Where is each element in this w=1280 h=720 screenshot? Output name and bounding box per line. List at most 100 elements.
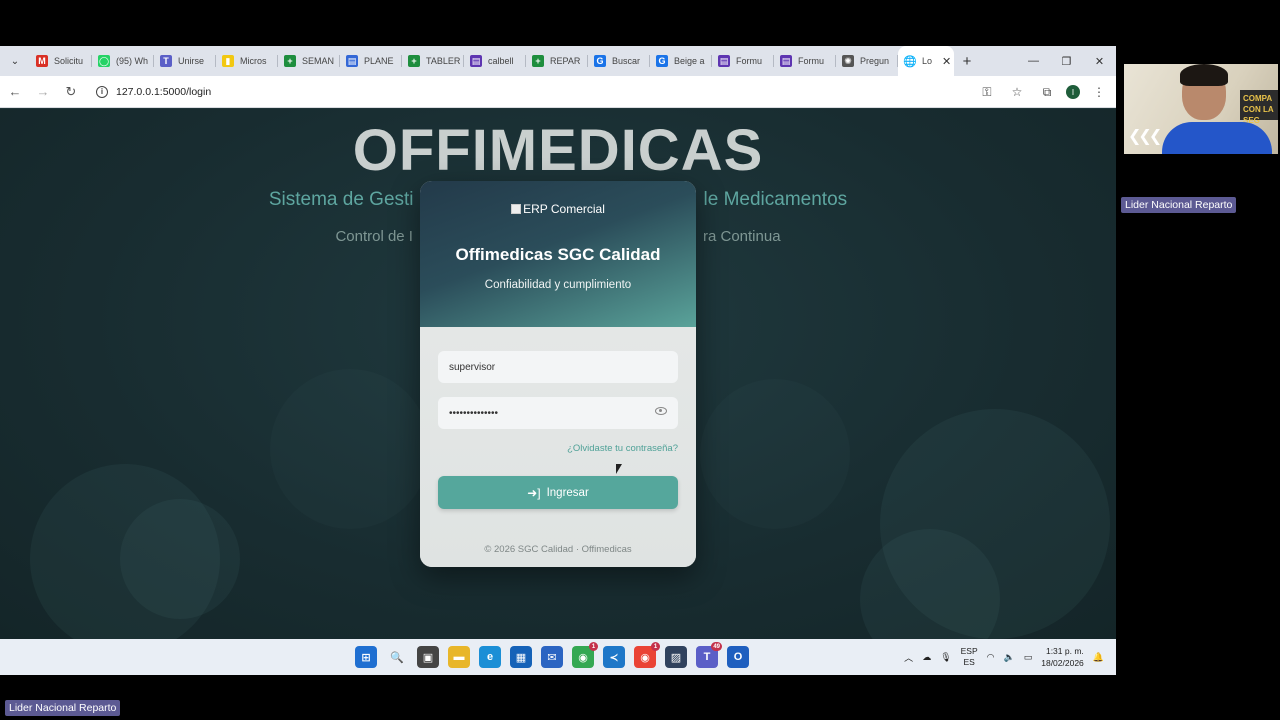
back-icon[interactable]: ← <box>2 79 28 105</box>
card-tagline: Confiabilidad y cumplimiento <box>484 279 632 291</box>
extensions-icon[interactable]: ⧉ <box>1036 81 1058 103</box>
microphone-icon[interactable]: 🎙 <box>940 652 951 663</box>
username-input[interactable]: supervisor <box>438 351 678 383</box>
copyright-footer: © 2026 SGC Calidad · Offimedicas <box>484 544 632 555</box>
participant-name-tag: Lider Nacional Reparto <box>1121 197 1237 213</box>
tab-label: REPAR <box>550 56 581 66</box>
terminal-icon[interactable]: ▨ <box>665 646 687 668</box>
login-page: OFFIMEDICAS Sistema de Gesti le Medicamen… <box>0 109 1116 639</box>
url-field[interactable]: i 127.0.0.1:5000/login <box>90 79 950 104</box>
vscode-icon[interactable]: ≺ <box>603 646 625 668</box>
card-header: ERP Comercial Offimedicas SGC Calidad Co… <box>420 181 696 327</box>
hero-subtitle-right: le Medicamentos <box>703 189 848 210</box>
browser-tab[interactable]: G Buscar <box>588 46 650 76</box>
participant-shirt <box>1162 122 1272 154</box>
tab-label: Buscar <box>612 56 641 66</box>
notification-badge: 49 <box>711 642 722 651</box>
onedrive-cloud-icon[interactable]: ☁ <box>922 652 931 663</box>
windows-start-icon[interactable]: ⊞ <box>355 646 377 668</box>
show-password-eye-icon[interactable] <box>655 407 667 415</box>
restore-icon[interactable]: ❐ <box>1050 46 1083 76</box>
decor-circle <box>700 379 850 529</box>
hero-line2-right: ra Continua <box>702 228 781 245</box>
lang-bottom: ES <box>963 657 975 667</box>
store-icon[interactable]: ▦ <box>510 646 532 668</box>
forms-icon: ▤ <box>470 55 482 67</box>
logo-alt-text: ERP Comercial <box>523 202 605 216</box>
tab-search-icon[interactable]: ⌄ <box>0 46 30 76</box>
browser-tab[interactable]: ✺ Pregun <box>836 46 898 76</box>
task-view-icon[interactable]: ▣ <box>417 646 439 668</box>
notification-bell-icon[interactable]: 🔔 <box>1093 652 1104 663</box>
browser-tab[interactable]: + TABLER <box>402 46 464 76</box>
clock-date: 18/02/2026 <box>1041 658 1084 668</box>
clock[interactable]: 1:31 p. m. 18/02/2026 <box>1041 645 1084 669</box>
chevrons-icon: ❮❮❮ <box>1128 128 1162 145</box>
profile-avatar[interactable]: I <box>1066 85 1080 99</box>
minimize-icon[interactable]: — <box>1017 46 1050 76</box>
forms-icon: ▤ <box>718 55 730 67</box>
browser-tab[interactable]: T Unirse <box>154 46 216 76</box>
forms-icon: ▤ <box>780 55 792 67</box>
globe-icon: 🌐 <box>903 55 917 68</box>
tab-label: Solicitu <box>54 56 84 66</box>
outlook-new-icon[interactable]: ✉ <box>541 646 563 668</box>
browser-tab[interactable]: ▤ Formu <box>774 46 836 76</box>
reload-icon[interactable]: ↻ <box>58 79 84 105</box>
browser-tab[interactable]: ▤ PLANE <box>340 46 402 76</box>
close-window-icon[interactable]: ✕ <box>1083 46 1116 76</box>
search-icon[interactable]: 🔍 <box>386 646 408 668</box>
browser-tab[interactable]: ▮ Micros <box>216 46 278 76</box>
password-key-icon[interactable]: ⚿ <box>976 81 998 103</box>
tab-label: Beige a <box>674 56 705 66</box>
password-input[interactable]: •••••••••••••• <box>438 397 678 429</box>
sheets-plus-icon: + <box>408 55 420 67</box>
login-submit-button[interactable]: ➜] Ingresar <box>438 476 678 509</box>
lang-top: ESP <box>960 646 978 656</box>
forgot-password-link[interactable]: ¿Olvidaste tu contraseña? <box>567 443 678 454</box>
input-language[interactable]: ESP ES <box>961 646 978 668</box>
tray-chevron-up-icon[interactable]: ︿ <box>904 651 913 664</box>
file-explorer-icon[interactable]: ▬ <box>448 646 470 668</box>
username-value: supervisor <box>449 361 496 373</box>
edge-icon[interactable]: e <box>479 646 501 668</box>
chrome-profile-icon[interactable]: ◉ 1 <box>634 642 660 668</box>
browser-tab[interactable]: G Beige a <box>650 46 712 76</box>
self-name-tag: Lider Nacional Reparto <box>5 700 121 716</box>
tab-label: Pregun <box>860 56 890 66</box>
chrome-icon: G <box>594 55 606 67</box>
battery-icon[interactable]: ▭ <box>1024 652 1033 663</box>
browser-tab[interactable]: + SEMAN <box>278 46 340 76</box>
browser-tab[interactable]: + REPAR <box>526 46 588 76</box>
close-tab-icon[interactable]: ✕ <box>942 55 951 68</box>
outlook-icon[interactable]: O <box>727 646 749 668</box>
browser-tab[interactable]: M Solicitu <box>30 46 92 76</box>
video-background-banner: COMPA CON LA SEG <box>1240 90 1278 125</box>
card-title: Offimedicas SGC Calidad <box>455 245 661 264</box>
tab-label: calbell <box>488 56 514 66</box>
sheets-plus-icon: + <box>532 55 544 67</box>
forward-icon[interactable]: → <box>30 79 56 105</box>
new-tab-button[interactable]: + <box>954 53 980 70</box>
browser-tab[interactable]: ▤ calbell <box>464 46 526 76</box>
menu-kebab-icon[interactable]: ⋮ <box>1088 81 1110 103</box>
tab-active[interactable]: 🌐 Lo ✕ <box>898 46 954 76</box>
tab-label: PLANE <box>364 56 394 66</box>
participant-video-tile[interactable]: COMPA CON LA SEG ❮❮❮ <box>1124 64 1278 154</box>
screen: ⌄ M Solicitu ◯ (95) Wh T Unirse ▮ Micros + SEMAN ▤… <box>0 0 1280 720</box>
window-controls: — ❐ ✕ <box>1017 46 1116 76</box>
wifi-icon[interactable]: ◠ <box>987 652 995 663</box>
teams-icon[interactable]: T 49 <box>696 642 722 668</box>
chrome-icon[interactable]: ◉ 1 <box>572 642 598 668</box>
tab-label: TABLER <box>426 56 461 66</box>
submit-label: Ingresar <box>546 486 589 499</box>
notification-badge: 1 <box>589 642 598 651</box>
browser-tab[interactable]: ◯ (95) Wh <box>92 46 154 76</box>
tab-label: Lo <box>922 56 933 66</box>
site-info-icon[interactable]: i <box>96 85 108 98</box>
tab-label: Unirse <box>178 56 205 66</box>
hero-line2-left: Control de I <box>335 228 413 245</box>
volume-icon[interactable]: 🔈 <box>1004 652 1015 663</box>
bookmark-star-icon[interactable]: ☆ <box>1006 81 1028 103</box>
browser-tab[interactable]: ▤ Formu <box>712 46 774 76</box>
